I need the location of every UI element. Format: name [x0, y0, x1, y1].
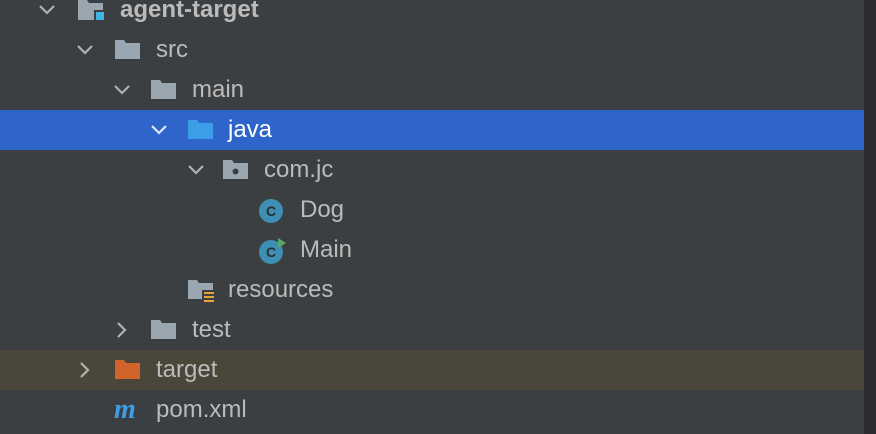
tree-item-pom-xml[interactable]: m pom.xml: [0, 390, 864, 430]
svg-text:C: C: [266, 203, 276, 219]
tree-item-label: com.jc: [264, 156, 334, 183]
tree-item-label: target: [156, 356, 218, 383]
tree-item-label: pom.xml: [156, 396, 247, 423]
tree-item-label: resources: [228, 276, 334, 303]
tree-item-main[interactable]: main: [0, 70, 864, 110]
resources-folder-icon: [186, 278, 216, 304]
chevron-right-icon[interactable]: [74, 359, 96, 381]
svg-text:m: m: [114, 395, 136, 423]
chevron-down-icon[interactable]: [74, 39, 96, 61]
java-runnable-class-icon: C: [257, 237, 286, 264]
tree-item-label: java: [228, 116, 273, 143]
folder-icon: [149, 78, 177, 102]
tree-item-java[interactable]: java: [0, 110, 864, 150]
tree-item-resources[interactable]: resources: [0, 270, 864, 310]
tree-item-label: agent-target: [120, 0, 259, 23]
chevron-down-icon[interactable]: [111, 79, 133, 101]
package-folder-icon: [221, 158, 249, 182]
chevron-down-icon[interactable]: [148, 119, 170, 141]
java-class-icon: C: [257, 197, 285, 223]
folder-icon: [113, 38, 141, 62]
tree-item-agent-target[interactable]: agent-target: [0, 0, 864, 30]
project-tool-window: agent-target src main java com.jc C Dog …: [0, 0, 865, 434]
project-tree: agent-target src main java com.jc C Dog …: [0, 0, 864, 430]
tree-item-target[interactable]: target: [0, 350, 864, 390]
source-root-folder-icon: [186, 118, 214, 142]
scrollbar-track[interactable]: [864, 0, 876, 434]
folder-icon: [149, 318, 177, 342]
tree-item-main-class[interactable]: C Main: [0, 230, 864, 270]
excluded-folder-icon: [113, 358, 141, 382]
module-folder-icon: [76, 0, 105, 22]
tree-item-label: Main: [300, 236, 353, 263]
tree-item-com-jc[interactable]: com.jc: [0, 150, 864, 190]
tree-item-src[interactable]: src: [0, 30, 864, 70]
maven-icon: m: [113, 394, 141, 425]
tree-item-label: Dog: [300, 196, 345, 223]
chevron-right-icon[interactable]: [111, 319, 133, 341]
chevron-down-icon[interactable]: [185, 159, 207, 181]
tree-item-dog[interactable]: C Dog: [0, 190, 864, 230]
chevron-down-icon[interactable]: [36, 0, 58, 21]
svg-text:C: C: [266, 244, 276, 260]
tree-item-label: main: [192, 76, 245, 103]
tree-item-label: test: [192, 316, 231, 343]
tree-item-label: src: [156, 36, 188, 63]
tree-item-test[interactable]: test: [0, 310, 864, 350]
